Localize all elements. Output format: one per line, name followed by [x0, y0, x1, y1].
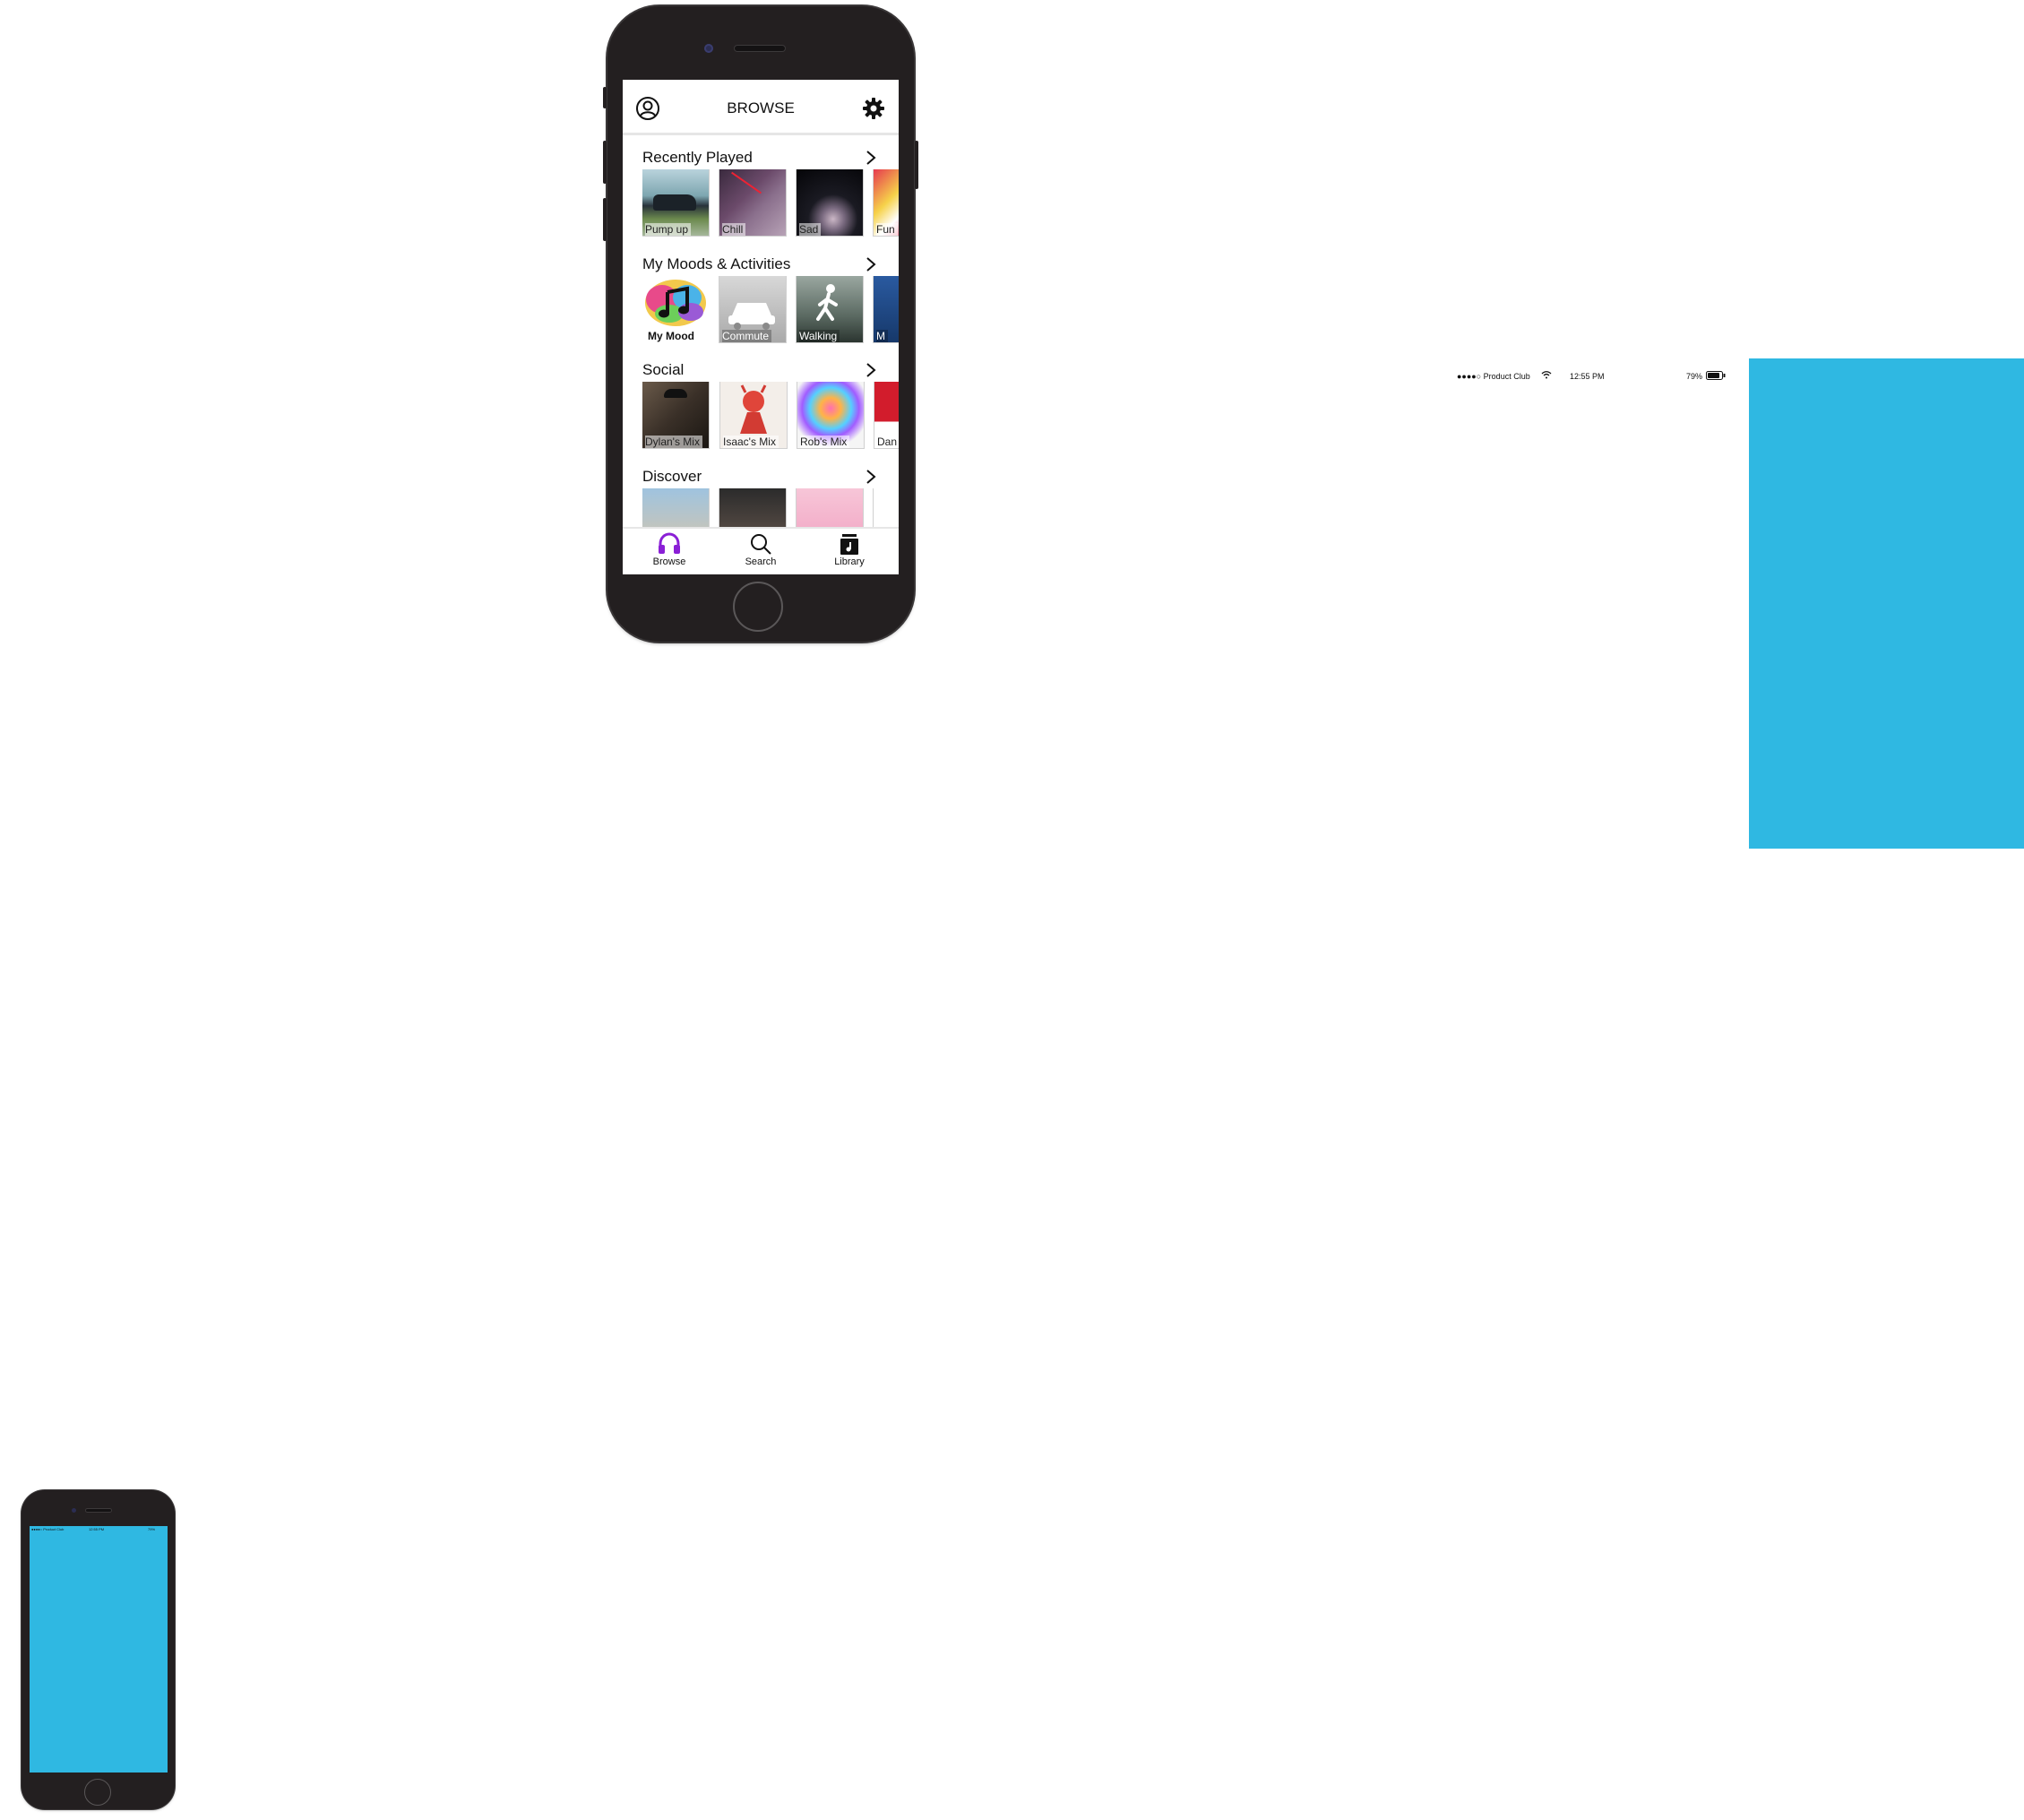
chevron-right-icon[interactable] [865, 150, 877, 166]
front-camera [72, 1508, 76, 1513]
status-bar-small: ●●●●○ Product Club 12:55 PM 79% [30, 1526, 168, 1532]
home-button[interactable] [84, 1779, 111, 1806]
tile-label: M [876, 330, 888, 342]
tab-bar: Browse Search Library [623, 527, 899, 574]
section-title: Discover [642, 468, 702, 485]
blue-screen-panel [1749, 358, 2024, 849]
phone-screen-blue: ●●●●○ Product Club 12:55 PM 79% [30, 1526, 168, 1773]
social-tile-robs-mix[interactable]: Rob's Mix [797, 382, 864, 448]
headphones-icon [659, 532, 680, 554]
page-title: BROWSE [727, 99, 795, 116]
status-time: 12:55 PM [1570, 372, 1605, 381]
tile-row: Dylan's Mix Isaac's Mix Rob's Mix Dan [642, 382, 899, 452]
activity-tile-commute[interactable]: Commute [719, 276, 786, 342]
tile-label: Sad [799, 223, 822, 236]
power-button [915, 141, 918, 189]
car-image [653, 194, 696, 211]
gear-icon[interactable] [861, 96, 886, 121]
carrier-signal: ●●●●○ Product Club [31, 1527, 65, 1531]
tile-label: Fun [876, 223, 898, 236]
home-button[interactable] [733, 582, 783, 632]
front-camera [704, 44, 713, 53]
tile-label: Dylan's Mix [645, 436, 702, 448]
tab-label: Search [745, 556, 777, 567]
nav-bar: BROWSE [623, 80, 899, 135]
social-tile-partial[interactable]: Dan [874, 382, 899, 448]
section-moods-activities: My Moods & Activities My Mood Commute Wa… [623, 254, 899, 358]
mood-tile-my-mood[interactable]: My Mood [642, 276, 709, 342]
search-icon [751, 534, 771, 555]
tile-label: Isaac's Mix [723, 436, 779, 448]
section-recently-played: Recently Played Pump up Chill Sad Fun [623, 148, 899, 252]
tab-label: Browse [652, 556, 686, 567]
earpiece-speaker [735, 46, 785, 51]
phone-mockup-small: ●●●●○ Product Club 12:55 PM 79% [22, 1490, 175, 1809]
wifi-icon [1541, 370, 1552, 381]
section-title: Social [642, 361, 685, 378]
playlist-tile-chill[interactable]: Chill [719, 169, 786, 236]
activity-tile-partial[interactable]: M [874, 276, 899, 342]
battery-percent: 79% [1686, 372, 1703, 381]
tile-row: My Mood Commute Walking M [642, 276, 899, 346]
chevron-right-icon[interactable] [865, 469, 877, 485]
social-tile-isaacs-mix[interactable]: Isaac's Mix [720, 382, 787, 448]
hat-image [664, 389, 687, 398]
library-icon [840, 534, 858, 555]
tile-label: Chill [722, 223, 746, 236]
volume-down-button [603, 198, 607, 241]
tile-label: Walking [799, 330, 840, 342]
status-time: 12:55 PM [89, 1527, 105, 1531]
tile-label: My Mood [648, 330, 694, 342]
earpiece-speaker [86, 1509, 111, 1512]
section-social: Social Dylan's Mix Isaac's Mix Rob's Mix… [623, 360, 899, 464]
battery-icon [1706, 371, 1726, 382]
tab-browse[interactable]: Browse [633, 532, 705, 574]
carrier-signal: ●●●●○ Product Club [1457, 372, 1530, 381]
playlist-tile-fun[interactable]: Fun [874, 169, 899, 236]
tile-label: Rob's Mix [800, 436, 850, 448]
tile-label: Pump up [645, 223, 692, 236]
playlist-tile-pump-up[interactable]: Pump up [642, 169, 709, 236]
tile-label: Commute [722, 330, 772, 342]
playlist-tile-sad[interactable]: Sad [797, 169, 863, 236]
chevron-right-icon[interactable] [865, 362, 877, 378]
red-line-image [731, 171, 762, 194]
battery-percent: 79% [148, 1527, 156, 1531]
status-bar: ●●●●○ Product Club 12:55 PM 79% [1457, 370, 1726, 383]
tab-search[interactable]: Search [725, 532, 797, 574]
phone-mockup-main: BROWSE Recently Played Pump up Chill Sad… [603, 6, 918, 642]
section-title: My Moods & Activities [642, 255, 791, 272]
volume-up-button [603, 141, 607, 184]
mute-switch [603, 87, 607, 108]
section-title: Recently Played [642, 149, 753, 166]
tab-label: Library [834, 556, 865, 567]
tab-library[interactable]: Library [814, 532, 885, 574]
tile-row: Pump up Chill Sad Fun [642, 169, 899, 239]
tile-label: Dan [877, 436, 899, 448]
phone-screen: BROWSE Recently Played Pump up Chill Sad… [623, 80, 899, 574]
social-tile-dylans-mix[interactable]: Dylan's Mix [642, 382, 709, 448]
activity-tile-walking[interactable]: Walking [797, 276, 863, 342]
chevron-right-icon[interactable] [865, 256, 877, 272]
